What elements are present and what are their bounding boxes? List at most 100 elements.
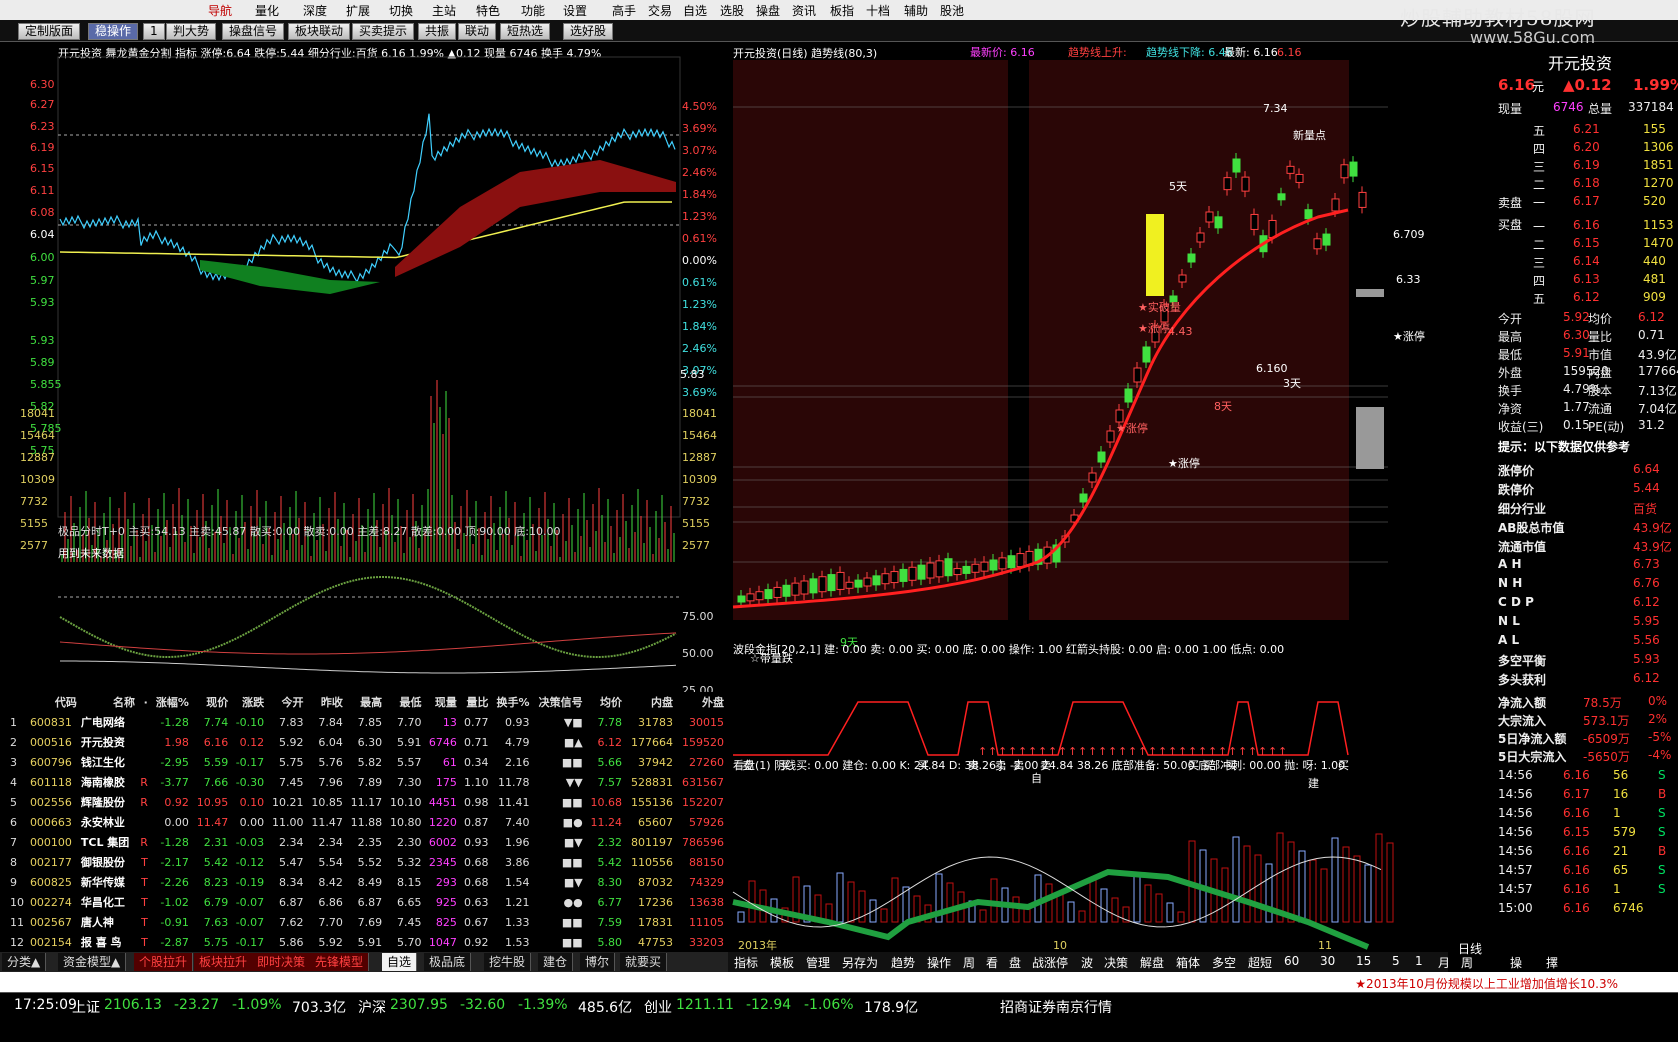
menu-item[interactable]: 切换 [389,2,413,19]
menu-item[interactable]: 扩展 [346,2,370,19]
toolbar-button[interactable]: 1 [143,23,165,40]
menu-item[interactable]: 选股 [720,2,744,19]
menu-item[interactable]: 导航 [208,2,232,19]
column-header[interactable]: 涨幅% [150,692,191,712]
bottom-tab[interactable]: 建仓 [538,953,574,971]
indicator-tab[interactable]: 箱体 [1176,954,1200,971]
bottom-tab[interactable]: 极品底 [424,953,472,971]
table-row[interactable]: 2 000516 开元投资 1.98 6.16 0.12 5.92 6.04 6.30 5.91 6… [8,732,726,752]
toolbar-button[interactable]: 稳操作 [88,23,139,40]
column-header[interactable]: 代码 [28,692,79,712]
bottom-tab[interactable]: 博尔 [580,953,616,971]
indicator-tab[interactable]: 看 [986,954,998,971]
indicator-tab[interactable]: 超短 [1248,954,1272,971]
table-row[interactable]: 5 002556 辉隆股份 R 0.92 10.95 0.10 10.21 10.85 11.17… [8,792,726,812]
intraday-panel[interactable]: 开元投资 舞龙黄金分割 指标 涨停:6.64 跌停:5.44 细分行业:百货 6… [0,42,728,692]
bottom-tab[interactable]: 资金模型▲ [58,953,127,971]
menu-item[interactable]: 设置 [563,2,587,19]
indicator-tab[interactable]: 15 [1356,954,1371,968]
intraday-chart[interactable]: 6.30 6.27 6.23 6.19 6.15 6.11 6.08 6.04 6.00 5.97… [0,42,728,692]
bottom-tab[interactable]: 挖牛股 [484,953,532,971]
indicator-tab[interactable]: 趋势 [891,954,915,971]
column-header[interactable]: 外盘 [675,692,726,712]
menu-item[interactable]: 深度 [303,2,327,19]
toolbar-button[interactable]: 板块联动 [288,23,351,40]
toolbar-button[interactable]: 联动 [458,23,497,40]
indicator-tab[interactable]: 管理 [806,954,830,971]
column-header[interactable]: 换手% [490,692,531,712]
indicator-tab[interactable]: 60 [1284,954,1299,968]
column-header[interactable]: 决策信号 [532,692,585,712]
indicator-tab[interactable]: 另存为 [842,954,878,971]
toolbar-button[interactable]: 共振 [418,23,457,40]
menu-item[interactable]: 主站 [432,2,456,19]
column-header[interactable]: · [137,692,150,712]
indicator-tab[interactable]: 1 [1415,954,1423,968]
indicator-tab[interactable]: 战涨停 [1032,954,1068,971]
stock-list-table[interactable]: 代码 名称 · 涨幅% 现价 涨跌 今开 昨收 最高 最低 现量 量比 换手% 决策信号 均价 内盘 外盘 1 60… [8,692,726,952]
toolbar-button[interactable]: 操盘信号 [222,23,285,40]
column-header[interactable]: 现量 [423,692,458,712]
table-row[interactable]: 10 002274 华昌化工 T -1.02 6.79 -0.07 6.87 6.86 6.87 6… [8,892,726,912]
menu-item[interactable]: 板指 [830,2,854,19]
bottom-tab[interactable]: 分类▲ [2,953,47,971]
column-header[interactable]: 最高 [345,692,384,712]
menu-item[interactable]: 自选 [683,2,707,19]
table-row[interactable]: 3 600796 钱江生化 -2.95 5.59 -0.17 5.75 5.76 5.82 5.5… [8,752,726,772]
menu-item[interactable]: 交易 [648,2,672,19]
table-row[interactable]: 6 000663 永安林业 0.00 11.47 0.00 11.00 11.47 11.88 1… [8,812,726,832]
menu-item[interactable]: 量化 [255,2,279,19]
menu-item[interactable]: 十档 [866,2,890,19]
toolbar-button[interactable]: 选好股 [563,23,614,40]
table-row[interactable]: 4 601118 海南橡胶 R -3.77 7.66 -0.30 7.45 7.96 7.89 7.… [8,772,726,792]
indicator-tab[interactable]: 决策 [1104,954,1128,971]
table-row[interactable]: 9 600825 新华传媒 T -2.26 8.23 -0.19 8.34 8.42 8.49 8.… [8,872,726,892]
indicator-tab[interactable]: 30 [1320,954,1335,968]
menu-item[interactable]: 股池 [940,2,964,19]
column-header[interactable]: 涨跌 [230,692,266,712]
indicator-tab[interactable]: 周 [963,954,975,971]
bottom-tab[interactable]: 板块拉升 [194,953,254,971]
toolbar-button[interactable]: 判大势 [166,23,217,40]
bottom-tab[interactable]: 即时决策 [252,953,312,971]
bottom-tab[interactable]: 就要买 [620,953,668,971]
column-header[interactable]: 均价 [585,692,624,712]
daily-panel[interactable]: 最新价: 6.16 趋势线上升: 趋势线下降: 6.46 最新: 6.16 6.16 7… [728,42,1442,1042]
toolbar-button[interactable]: 短热选 [500,23,551,40]
menu-item[interactable]: 资讯 [792,2,816,19]
menu-item[interactable]: 特色 [476,2,500,19]
column-header[interactable]: 现价 [191,692,230,712]
table-row[interactable]: 12 002154 报 喜 鸟 T -2.87 5.75 -0.17 5.86 5.92 5.91… [8,932,726,952]
column-header[interactable]: 昨收 [306,692,345,712]
indicator-tab[interactable]: 月 [1438,954,1450,971]
menu-item[interactable]: 高手 [612,2,636,19]
table-row[interactable]: 7 000100 TCL 集团 R -1.28 2.31 -0.03 2.34 2.34 2.35… [8,832,726,852]
column-header[interactable]: 最低 [384,692,423,712]
indicator-tab[interactable]: 多空 [1212,954,1236,971]
indicator-tab[interactable]: 操作 [927,954,951,971]
table-row[interactable]: 8 002177 御银股份 T -2.17 5.42 -0.12 5.47 5.54 5.52 5.… [8,852,726,872]
toolbar-button[interactable]: 买卖提示 [352,23,415,40]
table-row[interactable]: 11 002567 唐人神 T -0.91 7.63 -0.07 7.62 7.70 7.69 7.… [8,912,726,932]
column-header[interactable]: 名称 [79,692,137,712]
bottom-tab[interactable]: 先锋模型 [310,953,370,971]
menu-item[interactable]: 辅助 [904,2,928,19]
bottom-tab[interactable]: 自选 [382,953,418,971]
indicator-tab[interactable]: 指标 [734,954,758,971]
menu-item[interactable]: 功能 [521,2,545,19]
column-header[interactable]: 内盘 [624,692,675,712]
indicator-tab[interactable]: 盘 [1009,954,1021,971]
flow-row: 大宗流入 573.1万 2% [1448,712,1678,730]
column-header[interactable]: 今开 [266,692,305,712]
column-header[interactable]: 量比 [459,692,491,712]
table-row[interactable]: 1 600831 广电网络 -1.28 7.74 -0.10 7.83 7.84 7.85 7.7… [8,712,726,732]
indicator-tab[interactable]: 波 [1081,954,1093,971]
indicator-tab[interactable]: 解盘 [1140,954,1164,971]
stat-row: 净资 1.77 流通 7.04亿 [1448,400,1678,418]
daily-chart[interactable]: 最新价: 6.16 趋势线上升: 趋势线下降: 6.46最新: 6.16 6.16 7… [728,42,1442,952]
indicator-tab[interactable]: 模板 [770,954,794,971]
menu-item[interactable]: 操盘 [756,2,780,19]
indicator-tab[interactable]: 5 [1392,954,1400,968]
toolbar-button[interactable]: 定制版面 [18,23,81,40]
bottom-tab[interactable]: 个股拉升 [134,953,194,971]
